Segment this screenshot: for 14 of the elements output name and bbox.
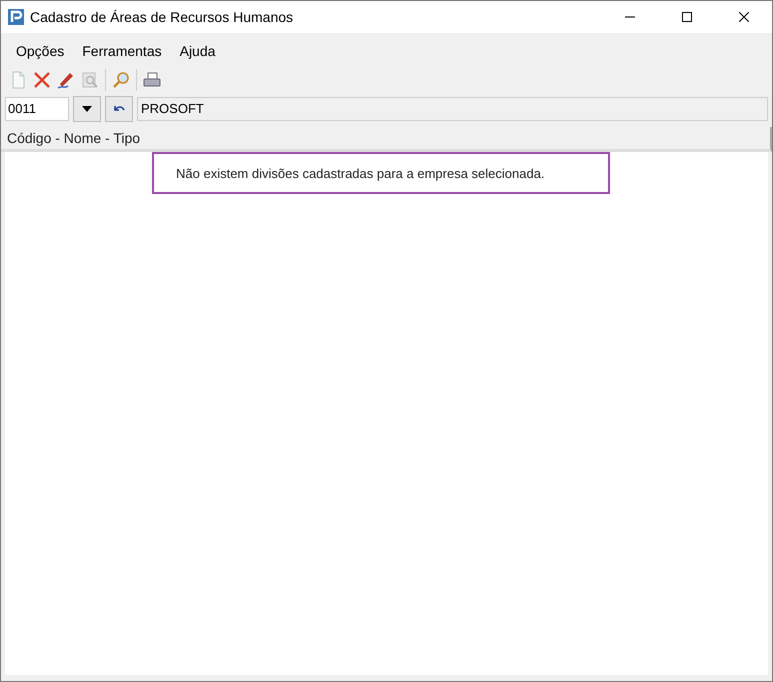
menu-item[interactable]: Ajuda (170, 43, 224, 59)
empty-message: Não existem divisões cadastradas para a empresa selecionada. (152, 152, 610, 194)
window-title: Cadastro de Áreas de Recursos Humanos (30, 9, 294, 25)
undo-arrow-icon (112, 104, 126, 114)
caret-down-icon (82, 106, 92, 112)
maximize-icon (682, 12, 692, 22)
company-name-field: PROSOFT (137, 97, 768, 121)
company-code-field[interactable]: 0011 (5, 97, 69, 121)
app-logo-icon (8, 9, 24, 25)
undo-button[interactable] (105, 96, 133, 122)
menu-item[interactable]: Ferramentas (73, 43, 171, 59)
dropdown-button[interactable] (73, 96, 101, 122)
close-icon (738, 12, 748, 22)
menu-item[interactable]: Opções (7, 43, 74, 59)
